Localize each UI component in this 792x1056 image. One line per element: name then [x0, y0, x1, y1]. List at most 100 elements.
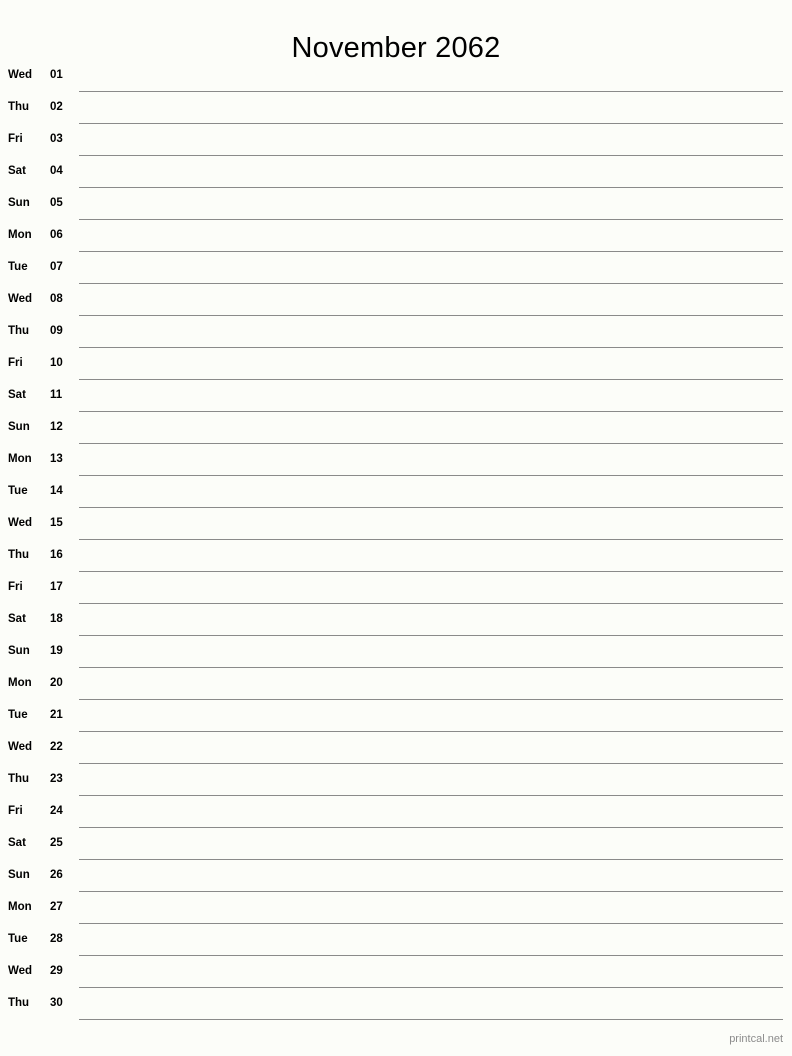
day-number-label: 28	[50, 933, 63, 945]
day-number-label: 17	[50, 581, 63, 593]
day-weekday-label: Fri	[8, 805, 23, 817]
day-row-list: Wed 01 Thu 02 Fri 03 Sat 04 Sun 05 Mon 06 Tue 07 Wed 08…	[0, 64, 792, 1024]
day-weekday-label: Sat	[8, 837, 26, 849]
day-row: Tue 14	[0, 480, 792, 512]
day-weekday-label: Wed	[8, 741, 33, 753]
day-writing-line[interactable]	[79, 507, 783, 508]
day-writing-line[interactable]	[79, 443, 783, 444]
day-writing-line[interactable]	[79, 91, 783, 92]
day-number-label: 07	[50, 261, 63, 273]
day-number-label: 30	[50, 997, 63, 1009]
day-writing-line[interactable]	[79, 987, 783, 988]
day-weekday-label: Sat	[8, 165, 26, 177]
page-title: November 2062	[291, 32, 501, 65]
day-weekday-label: Thu	[8, 773, 30, 785]
day-row: Thu 30	[0, 992, 792, 1024]
day-row: Mon 27	[0, 896, 792, 928]
day-number-label: 04	[50, 165, 63, 177]
day-number-label: 29	[50, 965, 63, 977]
day-weekday-label: Sun	[8, 645, 30, 657]
day-weekday-label: Wed	[8, 517, 33, 529]
day-writing-line[interactable]	[79, 347, 783, 348]
day-writing-line[interactable]	[79, 187, 783, 188]
day-number-label: 11	[50, 389, 63, 401]
day-weekday-label: Wed	[8, 69, 33, 81]
day-row: Sun 05	[0, 192, 792, 224]
day-number-label: 03	[50, 133, 63, 145]
day-writing-line[interactable]	[79, 699, 783, 700]
day-writing-line[interactable]	[79, 635, 783, 636]
day-number-label: 05	[50, 197, 63, 209]
day-row: Thu 23	[0, 768, 792, 800]
day-weekday-label: Sun	[8, 197, 30, 209]
day-weekday-label: Mon	[8, 901, 32, 913]
day-row: Sun 26	[0, 864, 792, 896]
day-number-label: 10	[50, 357, 63, 369]
day-writing-line[interactable]	[79, 475, 783, 476]
day-row: Sat 04	[0, 160, 792, 192]
day-writing-line[interactable]	[79, 219, 783, 220]
day-weekday-label: Sat	[8, 613, 26, 625]
day-number-label: 08	[50, 293, 63, 305]
day-writing-line[interactable]	[79, 731, 783, 732]
day-row: Wed 08	[0, 288, 792, 320]
day-number-label: 24	[50, 805, 63, 817]
day-writing-line[interactable]	[79, 827, 783, 828]
day-writing-line[interactable]	[79, 411, 783, 412]
day-row: Sat 18	[0, 608, 792, 640]
day-writing-line[interactable]	[79, 123, 783, 124]
day-writing-line[interactable]	[79, 795, 783, 796]
day-weekday-label: Tue	[8, 933, 28, 945]
day-weekday-label: Mon	[8, 229, 32, 241]
day-writing-line[interactable]	[79, 251, 783, 252]
day-weekday-label: Tue	[8, 709, 28, 721]
day-row: Sat 25	[0, 832, 792, 864]
day-row: Mon 13	[0, 448, 792, 480]
day-writing-line[interactable]	[79, 315, 783, 316]
day-writing-line[interactable]	[79, 603, 783, 604]
day-writing-line[interactable]	[79, 571, 783, 572]
day-row: Tue 21	[0, 704, 792, 736]
day-weekday-label: Sun	[8, 869, 30, 881]
day-number-label: 15	[50, 517, 63, 529]
day-row: Tue 07	[0, 256, 792, 288]
day-number-label: 06	[50, 229, 63, 241]
day-weekday-label: Thu	[8, 997, 30, 1009]
day-number-label: 20	[50, 677, 63, 689]
calendar-page: November 2062 Wed 01 Thu 02 Fri 03 Sat 04 Sun 05 M…	[0, 0, 792, 1056]
day-row: Thu 16	[0, 544, 792, 576]
day-number-label: 18	[50, 613, 63, 625]
day-row: Wed 15	[0, 512, 792, 544]
day-writing-line[interactable]	[79, 1019, 783, 1020]
day-weekday-label: Fri	[8, 357, 23, 369]
day-weekday-label: Tue	[8, 261, 28, 273]
day-number-label: 13	[50, 453, 63, 465]
day-writing-line[interactable]	[79, 283, 783, 284]
day-writing-line[interactable]	[79, 891, 783, 892]
day-writing-line[interactable]	[79, 379, 783, 380]
day-row: Tue 28	[0, 928, 792, 960]
day-number-label: 16	[50, 549, 63, 561]
day-row: Mon 20	[0, 672, 792, 704]
day-row: Sun 12	[0, 416, 792, 448]
day-row: Sat 11	[0, 384, 792, 416]
day-row: Fri 17	[0, 576, 792, 608]
day-writing-line[interactable]	[79, 667, 783, 668]
day-number-label: 23	[50, 773, 63, 785]
day-number-label: 02	[50, 101, 63, 113]
day-writing-line[interactable]	[79, 155, 783, 156]
day-number-label: 01	[50, 69, 63, 81]
day-number-label: 25	[50, 837, 63, 849]
day-writing-line[interactable]	[79, 955, 783, 956]
footer-credit: printcal.net	[729, 1033, 783, 1045]
day-row: Fri 10	[0, 352, 792, 384]
day-writing-line[interactable]	[79, 923, 783, 924]
day-weekday-label: Mon	[8, 453, 32, 465]
day-weekday-label: Thu	[8, 549, 30, 561]
day-number-label: 19	[50, 645, 63, 657]
day-row: Sun 19	[0, 640, 792, 672]
day-writing-line[interactable]	[79, 539, 783, 540]
day-writing-line[interactable]	[79, 859, 783, 860]
day-row: Thu 09	[0, 320, 792, 352]
day-writing-line[interactable]	[79, 763, 783, 764]
